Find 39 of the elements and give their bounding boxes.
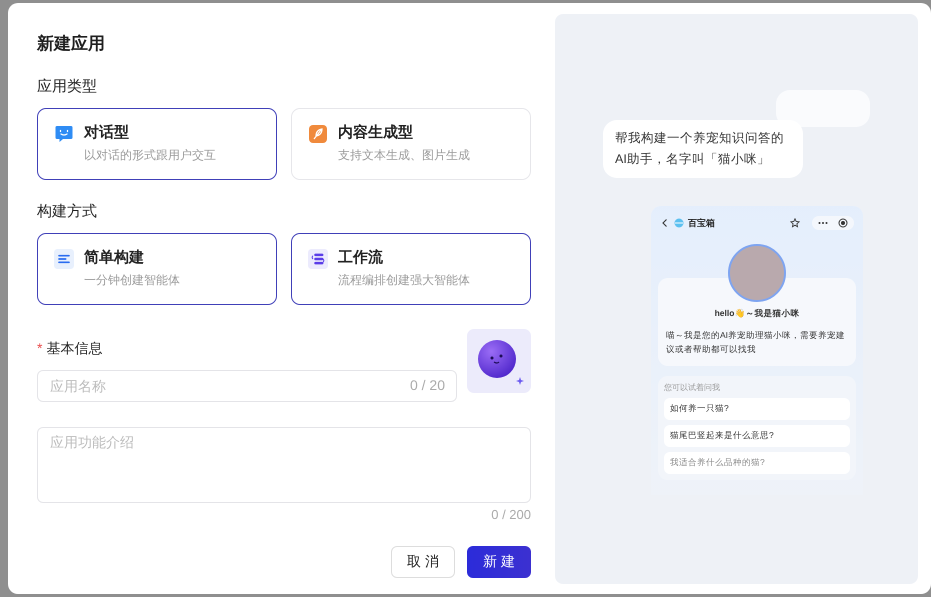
build-method-card[interactable]: 简单构建 一分钟创建智能体 [37,233,277,305]
section-label: 构建方式 [37,202,98,221]
option-description: 一分钟创建智能体 [84,272,180,289]
create-button[interactable]: 新 建 [467,546,531,578]
option-title: 内容生成型 [338,123,414,142]
option-description: 流程编排创建强大智能体 [338,272,470,289]
feather-icon [308,124,328,144]
greeting-text: hello👋～我是猫小咪 [714,308,800,320]
section-label: 应用类型 [37,77,98,96]
record-icon[interactable] [838,218,848,228]
build-method-card[interactable]: 工作流 流程编排创建强大智能体 [291,233,531,305]
option-description: 支持文本生成、图片生成 [338,147,470,164]
required-mark: * [37,340,42,358]
avatar-picker[interactable] [467,329,531,393]
suggested-question[interactable]: 猫尾巴竖起来是什么意思? [664,425,850,447]
section-label: 基本信息 [46,340,102,358]
app-name: 百宝箱 [688,216,715,230]
list-lines-icon [54,249,74,269]
option-title: 简单构建 [84,248,145,267]
chat-bubble-icon [54,124,74,144]
character-counter: 0 / 20 [410,377,445,393]
intro-text: 喵～我是您的AI养宠助理猫小咪，需要养宠建议或者帮助都可以找我 [666,329,846,356]
back-icon[interactable] [660,218,670,228]
app-type-card[interactable]: 内容生成型 支持文本生成、图片生成 [291,108,531,180]
character-counter: 0 / 200 [491,507,531,522]
prompt-bubble: 帮我构建一个养宠知识问答的AI助手，名字叫「猫小咪」 [603,120,803,178]
workflow-icon [308,249,328,269]
suggestions-label: 您可以试着问我 [664,382,721,393]
app-type-card[interactable]: 对话型 以对话的形式跟用户交互 [37,108,277,180]
description-input-field[interactable]: 应用功能介绍 [37,427,531,503]
star-icon[interactable] [790,218,800,228]
dialog-title: 新建应用 [37,33,106,55]
app-logo-icon [674,218,684,228]
suggested-question[interactable]: 如何养一只猫? [664,398,850,420]
suggested-question[interactable]: 我适合养什么品种的猫? [664,452,850,474]
option-title: 对话型 [84,123,130,142]
option-title: 工作流 [338,248,384,267]
option-description: 以对话的形式跟用户交互 [84,147,216,164]
cancel-button[interactable]: 取 消 [391,546,455,578]
